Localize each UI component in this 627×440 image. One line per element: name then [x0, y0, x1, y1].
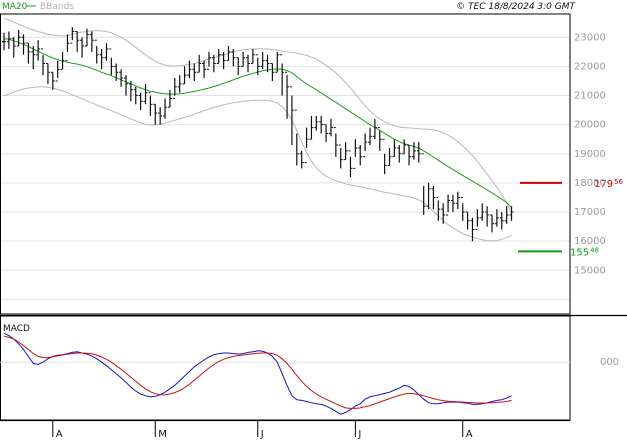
ohlc-bar — [197, 54, 202, 73]
x-month-label: A — [56, 429, 63, 440]
ohlc-bar — [358, 145, 363, 166]
ohlc-bar — [441, 203, 446, 224]
ohlc-bar — [119, 69, 124, 87]
ohlc-bar — [348, 150, 353, 178]
ohlc-bar — [372, 118, 377, 140]
ohlc-bar — [314, 115, 319, 131]
ohlc-bar — [124, 75, 128, 96]
ohlc-bar — [109, 48, 114, 76]
bb-lower-line — [3, 86, 512, 242]
legend-bbands: BBands — [40, 2, 74, 12]
ohlc-bar — [363, 133, 368, 158]
ohlc-bar — [75, 30, 80, 52]
copyright-text: © TEC 18/8/2024 3:0 GMT — [456, 2, 576, 12]
price-tick-label: 16000 — [574, 236, 606, 247]
ohlc-bar — [89, 31, 94, 52]
ohlc-bar — [431, 185, 436, 210]
ohlc-bar — [485, 206, 490, 227]
ohlc-bar — [187, 60, 192, 79]
x-month-label: M — [158, 429, 167, 440]
ohlc-bar — [343, 142, 348, 161]
ohlc-bar — [304, 127, 309, 164]
macd-series-macd — [3, 332, 512, 415]
macd-lines — [3, 332, 512, 415]
macd-tick-label: 000 — [600, 357, 619, 368]
ohlc-bar — [158, 107, 163, 125]
macd-title: MACD — [3, 324, 30, 334]
ohlc-bar — [455, 191, 460, 210]
ohlc-bars — [2, 27, 514, 242]
ohlc-bar — [499, 212, 504, 230]
ohlc-bar — [148, 92, 153, 116]
ohlc-bar — [460, 196, 465, 221]
ohlc-bar — [309, 115, 314, 140]
ohlc-bar — [177, 75, 182, 93]
macd-panel-frame — [0, 315, 571, 421]
ohlc-bar — [250, 48, 255, 65]
ohlc-bar — [411, 142, 416, 160]
ohlc-bar — [509, 206, 514, 221]
level-label: 15548 — [570, 246, 599, 258]
bb-upper-line — [3, 17, 512, 214]
ohlc-bar — [241, 51, 246, 67]
ohlc-bar — [333, 127, 338, 157]
ohlc-bar — [450, 194, 455, 213]
bollinger-bands — [3, 17, 512, 242]
ohlc-bar — [94, 39, 99, 64]
price-levels: 1795615548 — [518, 178, 624, 258]
ohlc-bar — [280, 54, 285, 96]
ohlc-bar — [153, 103, 158, 125]
ohlc-bar — [402, 139, 407, 155]
ohlc-bar — [246, 54, 250, 73]
ohlc-bar — [416, 142, 421, 163]
ohlc-bar — [16, 30, 21, 47]
ohlc-bar — [202, 60, 207, 79]
ohlc-bar — [50, 71, 55, 90]
ohlc-bar — [465, 211, 470, 230]
price-y-axis: 15000 16000 17000 18000 19000 20000 21000 22000… — [574, 32, 606, 276]
ohlc-bar — [504, 206, 509, 224]
macd-y-axis: 000 — [600, 357, 619, 368]
macd-series-signal — [3, 335, 512, 409]
stock-chart: 1795615548 15000 16000 17000 18000 19000 2000… — [0, 2, 627, 440]
price-tick-label: 19000 — [574, 149, 606, 160]
ohlc-bar — [65, 34, 70, 62]
ohlc-bar — [294, 109, 299, 166]
price-panel-frame — [0, 13, 571, 315]
ohlc-bar — [328, 118, 333, 137]
ohlc-bar — [338, 144, 343, 169]
price-tick-label: 20000 — [574, 120, 606, 131]
legend-ma20: MA20 — [2, 2, 28, 12]
ohlc-bar — [2, 32, 6, 51]
x-month-label: J — [357, 429, 361, 440]
x-month-label: A — [466, 429, 473, 440]
ohlc-bar — [387, 147, 392, 166]
ohlc-bar — [104, 43, 109, 61]
price-tick-label: 21000 — [574, 91, 606, 102]
ohlc-bar — [421, 153, 426, 215]
ohlc-bar — [55, 60, 60, 82]
ohlc-bar — [382, 138, 387, 175]
ohlc-bar — [368, 127, 372, 146]
x-axis: AMJJA — [0, 419, 570, 440]
price-tick-label: 23000 — [574, 32, 606, 43]
ohlc-bar — [490, 214, 494, 233]
ohlc-bar — [407, 144, 412, 166]
x-month-label: J — [260, 429, 264, 440]
price-tick-label: 15000 — [574, 265, 606, 276]
price-tick-label: 18000 — [574, 178, 606, 189]
macd-grid — [0, 315, 571, 421]
ohlc-bar — [167, 89, 172, 108]
ohlc-bar — [163, 98, 168, 119]
price-tick-label: 17000 — [574, 207, 606, 218]
ohlc-bar — [143, 83, 148, 105]
ohlc-bar — [182, 66, 187, 85]
ohlc-bar — [80, 37, 85, 58]
price-tick-label: 22000 — [574, 61, 606, 72]
ohlc-bar — [324, 124, 329, 143]
